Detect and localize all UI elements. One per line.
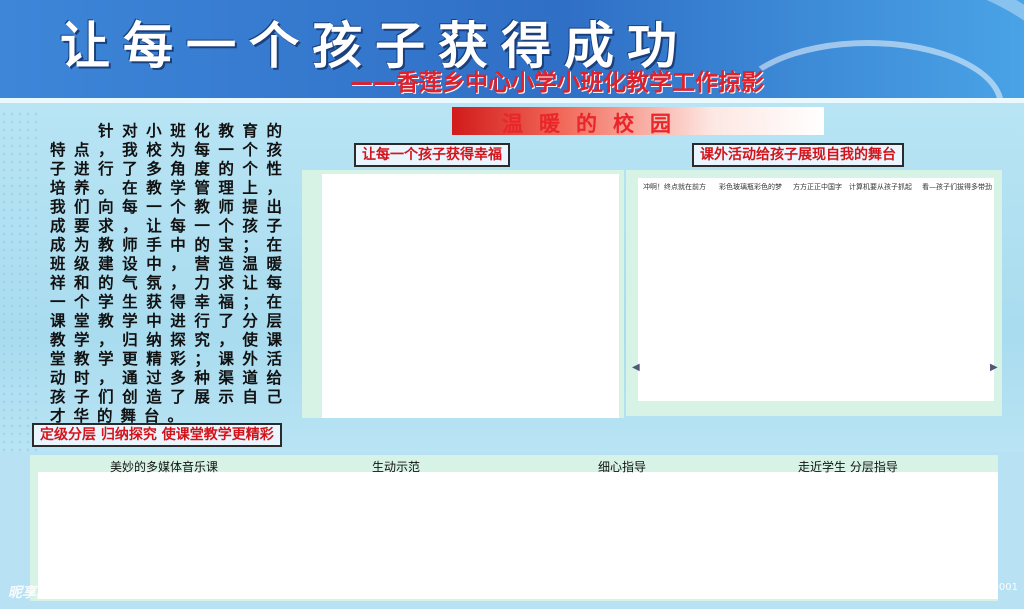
bottom-caption: 走近学生 分层指导 bbox=[798, 460, 898, 474]
photo-caption: 方方正正中国字 bbox=[793, 183, 842, 191]
bottom-caption: 细心指导 bbox=[598, 460, 647, 474]
watermark-url: www.nipic.com bbox=[92, 586, 168, 597]
bottom-caption: 生动示范 bbox=[372, 460, 421, 474]
right-arrow-icon: ▶ bbox=[990, 362, 998, 373]
photo-caption: 冲啊！终点就在前方 bbox=[643, 183, 706, 191]
bottom-photo-placeholder bbox=[38, 472, 998, 599]
photo-caption: 看—孩子们拔得多带劲 bbox=[922, 183, 992, 191]
bottom-caption: 美妙的多媒体音乐课 bbox=[110, 460, 219, 474]
label-happiness: 让每一个孩子获得幸福 bbox=[354, 143, 510, 167]
photo-placeholder-left bbox=[322, 174, 619, 418]
header-banner: 让每一个孩子获得成功 ——香莲乡中心小学小班化教学工作掠影 bbox=[0, 0, 1024, 98]
photo-caption: 彩色玻璃瓶彩色的梦 bbox=[719, 183, 782, 191]
section-banner-text: 温暖的校园 bbox=[502, 111, 687, 136]
photo-caption: 计算机要从孩子抓起 bbox=[849, 183, 912, 191]
intro-paragraph: 针对小班化教育的特点，我校为每一个孩子进行了多角度的个性培养。在教学管理上，我们… bbox=[50, 122, 290, 425]
left-arrow-icon: ◀ bbox=[632, 362, 640, 373]
header-divider bbox=[0, 98, 1024, 103]
section-banner: 温暖的校园 bbox=[452, 107, 824, 136]
label-activities: 课外活动给孩子展现自我的舞台 bbox=[692, 143, 904, 167]
label-teaching: 定级分层 归纳探究 使课堂教学更精彩 bbox=[32, 423, 282, 447]
image-id-text: ID:22845242 NO:20160425165736620001 bbox=[804, 582, 1018, 593]
watermark-logo: 昵享网 bbox=[8, 585, 50, 601]
subtitle: ——香莲乡中心小学小班化教学工作掠影 bbox=[350, 70, 764, 96]
photo-placeholder-right bbox=[638, 178, 994, 401]
